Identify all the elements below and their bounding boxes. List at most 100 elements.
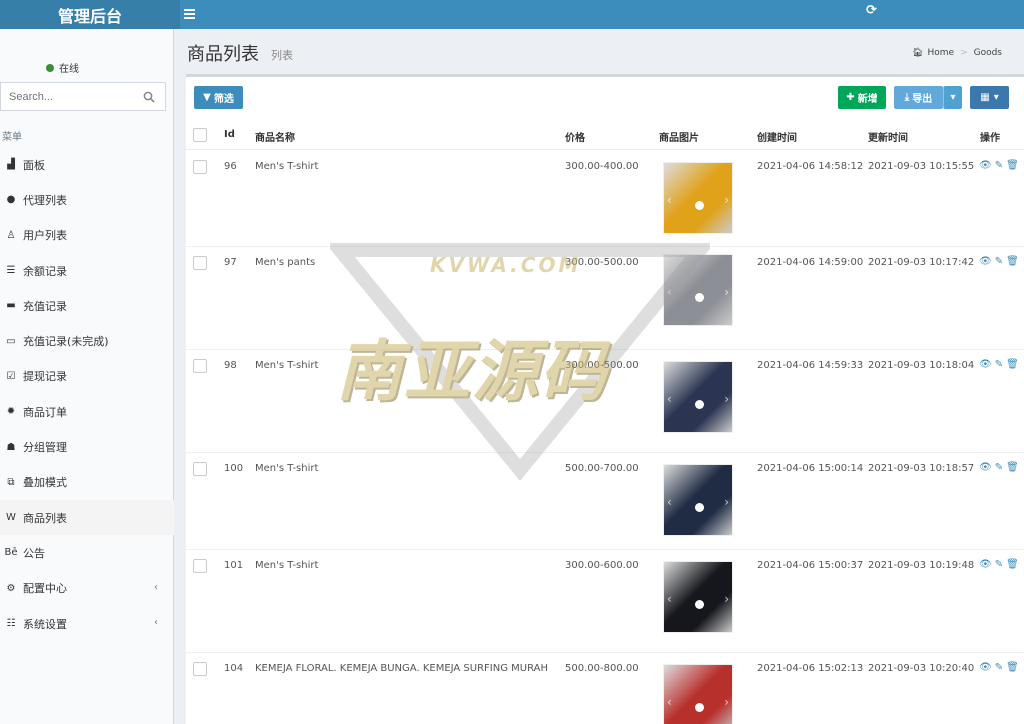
sidebar-item[interactable]: ☑ 提现记录 [0, 359, 174, 394]
carousel-prev-icon[interactable]: ‹ [667, 193, 672, 207]
chevron-left-icon: ‹ [154, 581, 158, 593]
col-price[interactable]: 价格 [565, 129, 585, 144]
table-row[interactable]: 96 Men's T-shirt 300.00-400.00 2021-04-06 1… [186, 151, 1024, 247]
sidebar-item[interactable]: ⚙ 配置中心 ‹ [0, 571, 174, 606]
product-image[interactable]: ‹ › [663, 162, 733, 234]
carousel-next-icon[interactable]: › [724, 495, 729, 509]
cell-name: Men's T-shirt [255, 463, 319, 474]
row-checkbox[interactable] [193, 462, 207, 476]
row-checkbox[interactable] [193, 256, 207, 270]
delete-icon[interactable]: 🗑︎ [1006, 256, 1019, 267]
filter-button[interactable]: ▼ 筛选 [194, 86, 243, 109]
credit-card-icon: ▬ [6, 300, 16, 312]
edit-icon[interactable]: ✎ [995, 559, 1003, 570]
carousel-dot-icon[interactable] [695, 293, 704, 302]
carousel-prev-icon[interactable]: ‹ [667, 392, 672, 406]
view-icon[interactable]: 👁︎ [979, 160, 992, 171]
row-checkbox[interactable] [193, 160, 207, 174]
product-image[interactable]: ‹ › [663, 464, 733, 536]
sidebar-item[interactable]: ▟ 面板 [0, 147, 174, 182]
delete-icon[interactable]: 🗑︎ [1006, 662, 1019, 673]
delete-icon[interactable]: 🗑︎ [1006, 359, 1019, 370]
sidebar-item[interactable]: ⧉ 叠加模式 [0, 465, 174, 500]
add-button[interactable]: ✚ 新增 [838, 86, 886, 109]
edit-icon[interactable]: ✎ [995, 462, 1003, 473]
export-button[interactable]: ⤓ 导出 [894, 86, 943, 109]
table-row[interactable]: 101 Men's T-shirt 300.00-600.00 2021-04-06 … [186, 550, 1024, 653]
sidebar-item-label: 公告 [23, 546, 45, 560]
view-icon[interactable]: 👁︎ [979, 359, 992, 370]
sidebar-item-label: 配置中心 [23, 582, 67, 596]
cell-id: 101 [224, 560, 244, 571]
edit-icon[interactable]: ✎ [995, 256, 1003, 267]
edit-icon[interactable]: ✎ [995, 359, 1003, 370]
view-icon[interactable]: 👁︎ [979, 662, 992, 673]
columns-toggle-button[interactable]: ▦ ▾ [970, 86, 1009, 109]
edit-icon[interactable]: ✎ [995, 662, 1003, 673]
table-row[interactable]: 97 Men's pants 300.00-500.00 2021-04-06 14:… [186, 247, 1024, 350]
product-image[interactable]: ‹ › [663, 254, 733, 326]
col-name[interactable]: 商品名称 [255, 129, 295, 144]
brand-logo[interactable]: 管理后台 [0, 0, 180, 29]
product-image[interactable]: ‹ › [663, 664, 733, 724]
view-icon[interactable]: 👁︎ [979, 462, 992, 473]
carousel-next-icon[interactable]: › [724, 695, 729, 709]
table-row[interactable]: 104 KEMEJA FLORAL. KEMEJA BUNGA. KEMEJA S… [186, 653, 1024, 724]
user-tie-icon: ♙ [6, 229, 16, 241]
col-image[interactable]: 商品图片 [659, 129, 699, 144]
carousel-next-icon[interactable]: › [724, 592, 729, 606]
sidebar-item[interactable]: ☗ 分组管理 [0, 429, 174, 464]
carousel-dot-icon[interactable] [695, 201, 704, 210]
col-created[interactable]: 创建时间 [757, 129, 797, 144]
product-image[interactable]: ‹ › [663, 361, 733, 433]
product-image[interactable]: ‹ › [663, 561, 733, 633]
select-all-checkbox[interactable] [193, 128, 207, 142]
delete-icon[interactable]: 🗑︎ [1006, 462, 1019, 473]
sidebar-item[interactable]: ▭ 充值记录(未完成) [0, 323, 174, 358]
sidebar-item[interactable]: Bē 公告 [0, 535, 174, 570]
view-icon[interactable]: 👁︎ [979, 256, 992, 267]
sidebar-item[interactable]: ☰ 余额记录 [0, 253, 174, 288]
search-input[interactable] [1, 83, 131, 110]
sidebar-item[interactable]: ▬ 充值记录 [0, 288, 174, 323]
bars-icon[interactable] [184, 7, 198, 21]
table-row[interactable]: 98 Men's T-shirt 300.00-500.00 2021-04-06 1… [186, 350, 1024, 453]
export-dropdown-toggle[interactable]: ▾ [943, 86, 962, 109]
carousel-dot-icon[interactable] [695, 400, 704, 409]
sidebar-item[interactable]: ✹ 商品订单 [0, 394, 174, 429]
sidebar-item[interactable]: ☷ 系统设置 ‹ [0, 606, 174, 641]
breadcrumb-home[interactable]: Home [927, 48, 954, 58]
delete-icon[interactable]: 🗑︎ [1006, 160, 1019, 171]
cell-id: 100 [224, 463, 244, 474]
carousel-dot-icon[interactable] [695, 503, 704, 512]
col-updated[interactable]: 更新时间 [868, 129, 908, 144]
carousel-prev-icon[interactable]: ‹ [667, 495, 672, 509]
refresh-icon[interactable]: ⟳ [866, 3, 880, 23]
carousel-next-icon[interactable]: › [724, 193, 729, 207]
online-dot-icon [46, 63, 54, 72]
carousel-prev-icon[interactable]: ‹ [667, 285, 672, 299]
row-checkbox[interactable] [193, 662, 207, 676]
carousel-prev-icon[interactable]: ‹ [667, 592, 672, 606]
view-icon[interactable]: 👁︎ [979, 559, 992, 570]
carousel-prev-icon[interactable]: ‹ [667, 695, 672, 709]
row-checkbox[interactable] [193, 559, 207, 573]
row-checkbox[interactable] [193, 359, 207, 373]
sidebar-item-label: 代理列表 [23, 193, 67, 207]
table-row[interactable]: 100 Men's T-shirt 500.00-700.00 2021-04-06 … [186, 453, 1024, 550]
export-label: 导出 [912, 94, 933, 105]
carousel-dot-icon[interactable] [695, 600, 704, 609]
edit-icon[interactable]: ✎ [995, 160, 1003, 171]
search-icon[interactable] [143, 91, 155, 103]
sidebar-item[interactable]: W 商品列表 [0, 499, 174, 536]
col-id[interactable]: Id [224, 129, 235, 140]
carousel-next-icon[interactable]: › [724, 285, 729, 299]
users-icon: ☗ [6, 441, 16, 453]
sidebar-item[interactable]: ♙ 用户列表 [0, 218, 174, 253]
delete-icon[interactable]: 🗑︎ [1006, 559, 1019, 570]
sidebar-item[interactable]: ● 代理列表 [0, 182, 174, 217]
carousel-dot-icon[interactable] [695, 703, 704, 712]
filter-label: 筛选 [213, 94, 234, 105]
carousel-next-icon[interactable]: › [724, 392, 729, 406]
cell-updated: 2021-09-03 10:20:40 [868, 663, 975, 674]
